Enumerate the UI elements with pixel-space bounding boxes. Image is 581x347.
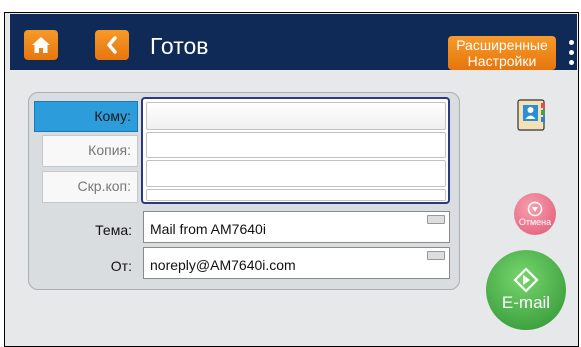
subject-label: Тема:	[95, 222, 132, 238]
send-label: E-mail	[501, 293, 551, 312]
recipient-line[interactable]	[146, 160, 446, 187]
stop-icon	[527, 201, 543, 217]
subject-field[interactable]: Mail from AM7640i	[143, 211, 450, 243]
screen: Готов Расширенные Настройки Кому: Копия:…	[0, 0, 581, 347]
cancel-button[interactable]: Отмена	[514, 193, 556, 235]
from-value: noreply@AM7640i.com	[150, 257, 296, 273]
home-icon	[32, 37, 50, 53]
bcc-button[interactable]: Скр.коп:	[42, 171, 138, 203]
to-button[interactable]: Кому:	[34, 101, 138, 132]
address-book-icon	[517, 99, 545, 131]
cc-button[interactable]: Копия:	[42, 135, 138, 167]
advanced-settings-label-2: Настройки	[467, 53, 537, 69]
address-book-button[interactable]	[512, 96, 550, 134]
advanced-settings-button[interactable]: Расширенные Настройки	[448, 36, 556, 70]
page-title: Готов	[150, 33, 209, 59]
send-icon	[513, 267, 539, 293]
recipient-line[interactable]	[146, 189, 446, 201]
back-arrow-icon	[107, 36, 117, 54]
more-vertical-icon[interactable]	[569, 40, 575, 66]
from-field[interactable]: noreply@AM7640i.com	[143, 247, 450, 279]
home-button[interactable]	[24, 30, 58, 60]
back-button[interactable]	[95, 30, 129, 60]
recipient-line[interactable]	[146, 132, 446, 158]
advanced-settings-label-1: Расширенные	[456, 37, 548, 53]
recipients-list[interactable]	[141, 97, 450, 204]
keyboard-icon[interactable]	[427, 251, 445, 260]
from-label: От:	[110, 258, 132, 274]
keyboard-icon[interactable]	[427, 215, 445, 224]
recipient-line[interactable]	[146, 102, 446, 130]
cancel-label: Отмена	[518, 217, 552, 227]
send-email-button[interactable]: E-mail	[486, 250, 566, 330]
subject-value: Mail from AM7640i	[150, 221, 266, 237]
